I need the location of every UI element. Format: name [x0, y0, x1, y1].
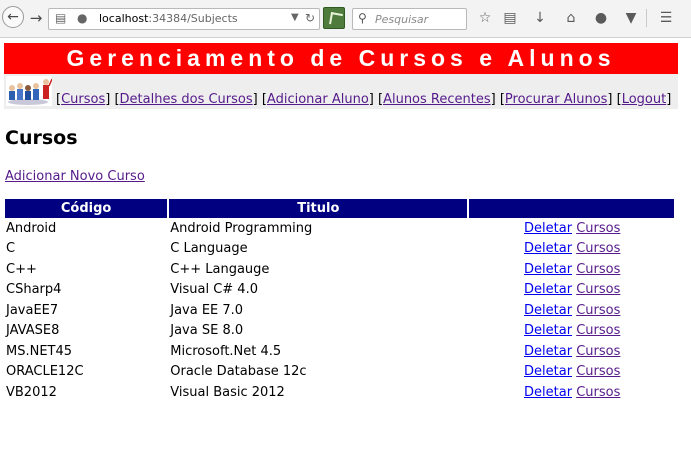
nav-logout-link[interactable]: Logout	[622, 92, 667, 107]
url-host: localhost	[99, 12, 149, 25]
course-title-cell: Java EE 7.0	[170, 302, 244, 318]
url-text[interactable]: localhost:34384/Subjects	[99, 12, 238, 25]
course-students-link[interactable]: Cursos	[576, 282, 620, 297]
course-students-link[interactable]: Cursos	[576, 221, 620, 236]
page-list-icon[interactable]: ▤	[55, 11, 66, 25]
toolbar-divider	[646, 9, 647, 27]
course-students-link[interactable]: Cursos	[576, 303, 620, 318]
delete-course-link[interactable]: Deletar	[524, 303, 572, 318]
delete-course-link[interactable]: Deletar	[524, 262, 572, 277]
nav-cursos-link[interactable]: Cursos	[61, 92, 105, 107]
dropdown-icon[interactable]: ▼	[291, 12, 299, 23]
students-logo-icon	[6, 76, 52, 106]
table-row: CSharp4 Visual C# 4.0 Deletar Cursos	[5, 280, 674, 301]
search-bar[interactable]: ⚲	[352, 8, 467, 30]
course-students-link[interactable]: Cursos	[576, 364, 620, 379]
course-students-link[interactable]: Cursos	[576, 241, 620, 256]
course-actions-cell: Deletar Cursos	[469, 239, 674, 260]
course-code-cell: MS.NET45	[6, 343, 73, 359]
table-row: JavaEE7 Java EE 7.0 Deletar Cursos	[5, 300, 674, 321]
nav-alunos-recentes-link[interactable]: Alunos Recentes	[383, 92, 491, 107]
globe-icon[interactable]: ●	[77, 11, 87, 25]
course-code-cell: VB2012	[6, 384, 57, 400]
course-title-cell: Microsoft.Net 4.5	[170, 343, 282, 359]
course-actions-cell: Deletar Cursos	[469, 259, 674, 280]
delete-course-link[interactable]: Deletar	[524, 344, 572, 359]
courses-table: Código Titulo Android Android Programming…	[3, 199, 676, 403]
course-code-cell: C	[6, 241, 16, 257]
extension-icon[interactable]	[323, 7, 345, 29]
course-code-cell: ORACLE12C	[6, 364, 84, 380]
delete-course-link[interactable]: Deletar	[524, 323, 572, 338]
table-header-row: Código Titulo	[5, 199, 674, 218]
delete-course-link[interactable]: Deletar	[524, 221, 572, 236]
nav-links: [Cursos] [Detalhes dos Cursos] [Adiciona…	[56, 92, 672, 107]
course-title-cell: C Language	[170, 241, 248, 257]
column-header-codigo: Código	[5, 199, 168, 218]
nav-adicionar-aluno-link[interactable]: Adicionar Aluno	[267, 92, 369, 107]
course-title-cell: Visual Basic 2012	[170, 384, 285, 400]
page-content: Gerenciamento de Cursos e Alunos [Cursos…	[0, 39, 691, 451]
delete-course-link[interactable]: Deletar	[524, 241, 572, 256]
column-header-actions	[469, 199, 674, 218]
table-row: C C Language Deletar Cursos	[5, 239, 674, 260]
column-header-titulo: Titulo	[169, 199, 468, 218]
navbar: [Cursos] [Detalhes dos Cursos] [Adiciona…	[4, 74, 678, 109]
table-row: Android Android Programming Deletar Cursos	[5, 218, 674, 239]
course-title-cell: Visual C# 4.0	[170, 282, 258, 298]
course-students-link[interactable]: Cursos	[576, 262, 620, 277]
back-arrow-icon[interactable]: ←	[2, 6, 24, 28]
menu-icon[interactable]: ☰	[657, 9, 675, 27]
course-code-cell: Android	[6, 220, 57, 236]
course-actions-cell: Deletar Cursos	[469, 382, 674, 403]
course-title-cell: C++ Langauge	[170, 261, 270, 277]
course-title-cell: Java SE 8.0	[170, 323, 244, 339]
table-row: ORACLE12C Oracle Database 12c Deletar Curs…	[5, 362, 674, 383]
browser-toolbar: ← → ▤ ● localhost:34384/Subjects ▼ ↻ ⚲ ☆…	[0, 0, 691, 38]
course-actions-cell: Deletar Cursos	[469, 341, 674, 362]
course-actions-cell: Deletar Cursos	[469, 280, 674, 301]
add-course-link[interactable]: Adicionar Novo Curso	[5, 169, 145, 184]
reload-icon[interactable]: ↻	[305, 11, 315, 25]
search-input[interactable]	[373, 11, 463, 27]
delete-course-link[interactable]: Deletar	[524, 282, 572, 297]
download-icon[interactable]: ↓	[531, 9, 549, 27]
pocket-icon[interactable]: ▼	[622, 9, 640, 27]
table-row: MS.NET45 Microsoft.Net 4.5 Deletar Cursos	[5, 341, 674, 362]
course-students-link[interactable]: Cursos	[576, 385, 620, 400]
course-actions-cell: Deletar Cursos	[469, 218, 674, 239]
delete-course-link[interactable]: Deletar	[524, 364, 572, 379]
nav-detalhes-cursos-link[interactable]: Detalhes dos Cursos	[120, 92, 253, 107]
course-title-cell: Oracle Database 12c	[170, 364, 307, 380]
course-students-link[interactable]: Cursos	[576, 323, 620, 338]
course-code-cell: JAVASE8	[6, 323, 60, 339]
home-icon[interactable]: ⌂	[562, 9, 580, 27]
bookmark-star-icon[interactable]: ☆	[476, 9, 494, 27]
nav-procurar-alunos-link[interactable]: Procurar Alunos	[505, 92, 608, 107]
url-bar[interactable]: ▤ ● localhost:34384/Subjects ▼ ↻	[48, 8, 320, 30]
search-icon: ⚲	[358, 11, 367, 25]
table-row: JAVASE8 Java SE 8.0 Deletar Cursos	[5, 321, 674, 342]
site-banner: Gerenciamento de Cursos e Alunos	[4, 43, 678, 74]
course-actions-cell: Deletar Cursos	[469, 362, 674, 383]
reading-list-icon[interactable]: ▤	[501, 9, 519, 27]
chat-icon[interactable]: ●	[592, 9, 610, 27]
course-code-cell: C++	[6, 261, 37, 277]
url-path: :34384/Subjects	[148, 12, 238, 25]
course-code-cell: JavaEE7	[6, 302, 59, 318]
course-title-cell: Android Programming	[170, 220, 313, 236]
course-actions-cell: Deletar Cursos	[469, 321, 674, 342]
course-students-link[interactable]: Cursos	[576, 344, 620, 359]
course-actions-cell: Deletar Cursos	[469, 300, 674, 321]
table-row: C++ C++ Langauge Deletar Cursos	[5, 259, 674, 280]
forward-arrow-icon[interactable]: →	[27, 9, 45, 27]
table-row: VB2012 Visual Basic 2012 Deletar Cursos	[5, 382, 674, 403]
course-code-cell: CSharp4	[6, 282, 62, 298]
delete-course-link[interactable]: Deletar	[524, 385, 572, 400]
page-title: Cursos	[5, 127, 78, 149]
